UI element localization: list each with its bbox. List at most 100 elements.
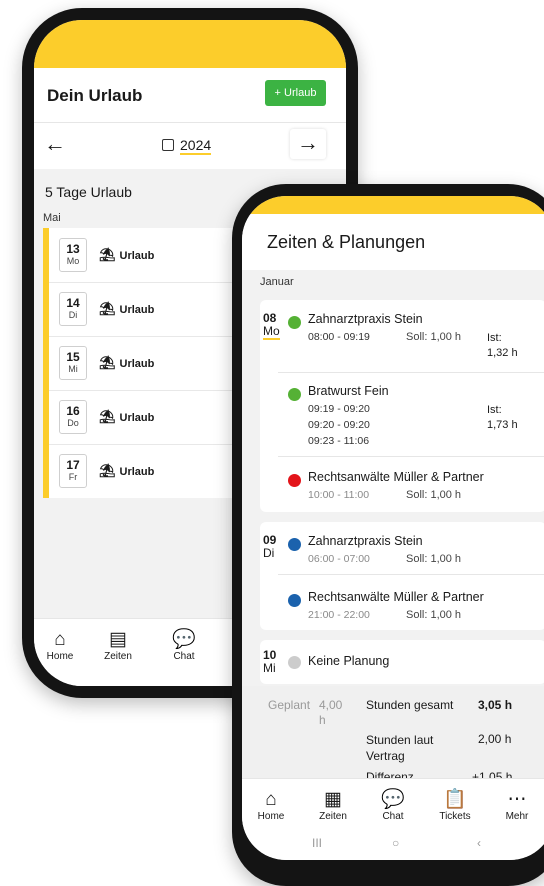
times-screen: Zeiten & Planungen Januar 08 Mo Zahnarztp… <box>242 196 544 860</box>
system-nav-bar: III ○ ‹ <box>242 836 544 860</box>
date-weekday: Di <box>68 310 78 320</box>
day-card: 10 Mi Keine Planung <box>260 640 544 684</box>
actual-hours: Ist: 1,32 h <box>487 332 518 359</box>
client-name[interactable]: Zahnarztpraxis Stein <box>308 312 423 326</box>
previous-year-button[interactable]: ← <box>44 131 66 157</box>
home-button[interactable]: ○ <box>392 836 399 850</box>
nav-label: Chat <box>382 811 404 822</box>
vacation-label: ⛱ Urlaub <box>99 409 154 425</box>
page-title: Dein Urlaub <box>47 86 143 105</box>
umbrella-icon: ⛱ <box>99 409 116 424</box>
status-dot <box>288 316 301 329</box>
times-header: Zeiten & Planungen <box>242 214 544 270</box>
date-weekday: Do <box>67 418 79 428</box>
date-weekday: Mo <box>66 256 80 266</box>
day-card: 08 Mo Zahnarztpraxis Stein 08:00 - 09:19 … <box>260 300 544 512</box>
nav-more[interactable]: ⋯ Mehr <box>492 789 542 822</box>
nav-label: Mehr <box>505 811 529 822</box>
vacation-label: ⛱ Urlaub <box>99 463 154 479</box>
no-planning-label: Keine Planung <box>308 654 390 668</box>
status-dot <box>288 538 301 551</box>
nav-chat[interactable]: 💬 Chat <box>162 629 206 662</box>
divider <box>278 372 544 373</box>
nav-label: Zeiten <box>104 651 132 662</box>
date-badge: 13 Mo <box>59 238 87 272</box>
date-day: 15 <box>66 350 80 364</box>
target-hours: Soll: 1,00 h <box>406 609 461 621</box>
year-display[interactable]: 2024 <box>162 137 212 155</box>
status-bar <box>242 196 544 214</box>
client-name[interactable]: Zahnarztpraxis Stein <box>308 534 423 548</box>
recent-apps-button[interactable]: III <box>312 836 322 850</box>
day-weekday: Mo <box>263 324 280 340</box>
planned-value: 4,00 h <box>319 698 343 727</box>
total-hours-value: 3,05 h <box>478 698 513 712</box>
vacation-label: ⛱ Urlaub <box>99 301 154 317</box>
nav-home[interactable]: ⌂ Home <box>38 629 82 662</box>
calendar-icon: ▤ <box>109 629 127 650</box>
date-day: 14 <box>66 296 80 310</box>
vacation-type: Urlaub <box>119 304 155 316</box>
vacation-type: Urlaub <box>119 412 155 424</box>
vacation-header: Dein Urlaub + Urlaub <box>34 68 346 122</box>
nav-zeiten[interactable]: ▤ Zeiten <box>96 629 140 662</box>
status-dot <box>288 656 301 669</box>
soll-value: 1,00 h <box>430 489 462 501</box>
day-weekday: Di <box>263 546 275 560</box>
nav-chat[interactable]: 💬 Chat <box>368 789 418 822</box>
chat-icon: 💬 <box>381 789 405 810</box>
more-icon: ⋯ <box>507 789 527 810</box>
vacation-type: Urlaub <box>119 250 155 262</box>
date-badge: 15 Mi <box>59 346 87 380</box>
client-name[interactable]: Rechtsanwälte Müller & Partner <box>308 470 484 484</box>
vacation-label: ⛱ Urlaub <box>99 355 154 371</box>
clipboard-icon: 📋 <box>443 789 467 810</box>
day-label: 08 Mo <box>263 311 280 340</box>
home-icon: ⌂ <box>265 789 277 810</box>
time-range: 09:19 - 09:20 <box>308 403 370 415</box>
next-year-button[interactable]: → <box>290 129 326 159</box>
month-heading: Mai <box>43 212 61 224</box>
time-range: 09:23 - 11:06 <box>308 435 370 447</box>
status-dot <box>288 594 301 607</box>
soll-label: Soll: <box>406 609 428 621</box>
divider <box>278 574 544 575</box>
day-label: 09 Di <box>263 534 276 560</box>
status-bar <box>34 20 346 68</box>
client-name[interactable]: Bratwurst Fein <box>308 384 389 398</box>
back-button[interactable]: ‹ <box>477 836 481 850</box>
soll-label: Soll: <box>406 489 428 501</box>
umbrella-icon: ⛱ <box>99 247 116 262</box>
vacation-days-summary: 5 Tage Urlaub <box>45 184 132 200</box>
nav-label: Home <box>257 811 285 822</box>
target-hours: Soll: 1,00 h <box>406 553 461 565</box>
add-vacation-button[interactable]: + Urlaub <box>265 80 326 106</box>
target-hours: Soll: 1,00 h <box>406 331 461 343</box>
vacation-type: Urlaub <box>119 466 155 478</box>
calendar-icon: ▦ <box>324 789 342 810</box>
divider <box>278 456 544 457</box>
soll-label: Soll: <box>406 553 428 565</box>
umbrella-icon: ⛱ <box>99 301 116 316</box>
calendar-icon <box>162 139 174 151</box>
nav-zeiten[interactable]: ▦ Zeiten <box>308 789 358 822</box>
target-hours: Soll: 1,00 h <box>406 489 461 501</box>
nav-label: Chat <box>173 651 195 662</box>
month-heading: Januar <box>260 276 294 288</box>
umbrella-icon: ⛱ <box>99 463 116 478</box>
status-dot <box>288 388 301 401</box>
page-title: Zeiten & Planungen <box>267 232 426 252</box>
day-number: 08 <box>263 311 277 325</box>
contract-hours-value: 2,00 h <box>478 732 512 746</box>
nav-home[interactable]: ⌂ Home <box>246 789 296 822</box>
year-value: 2024 <box>180 137 212 155</box>
date-day: 16 <box>66 404 80 418</box>
time-range: 21:00 - 22:00 <box>308 609 370 621</box>
soll-value: 1,00 h <box>430 331 462 343</box>
planned-label: Geplant <box>268 698 311 712</box>
date-weekday: Mi <box>68 364 78 374</box>
umbrella-icon: ⛱ <box>99 355 116 370</box>
client-name[interactable]: Rechtsanwälte Müller & Partner <box>308 590 484 604</box>
nav-tickets[interactable]: 📋 Tickets <box>430 789 480 822</box>
time-range: 08:00 - 09:19 <box>308 331 370 343</box>
